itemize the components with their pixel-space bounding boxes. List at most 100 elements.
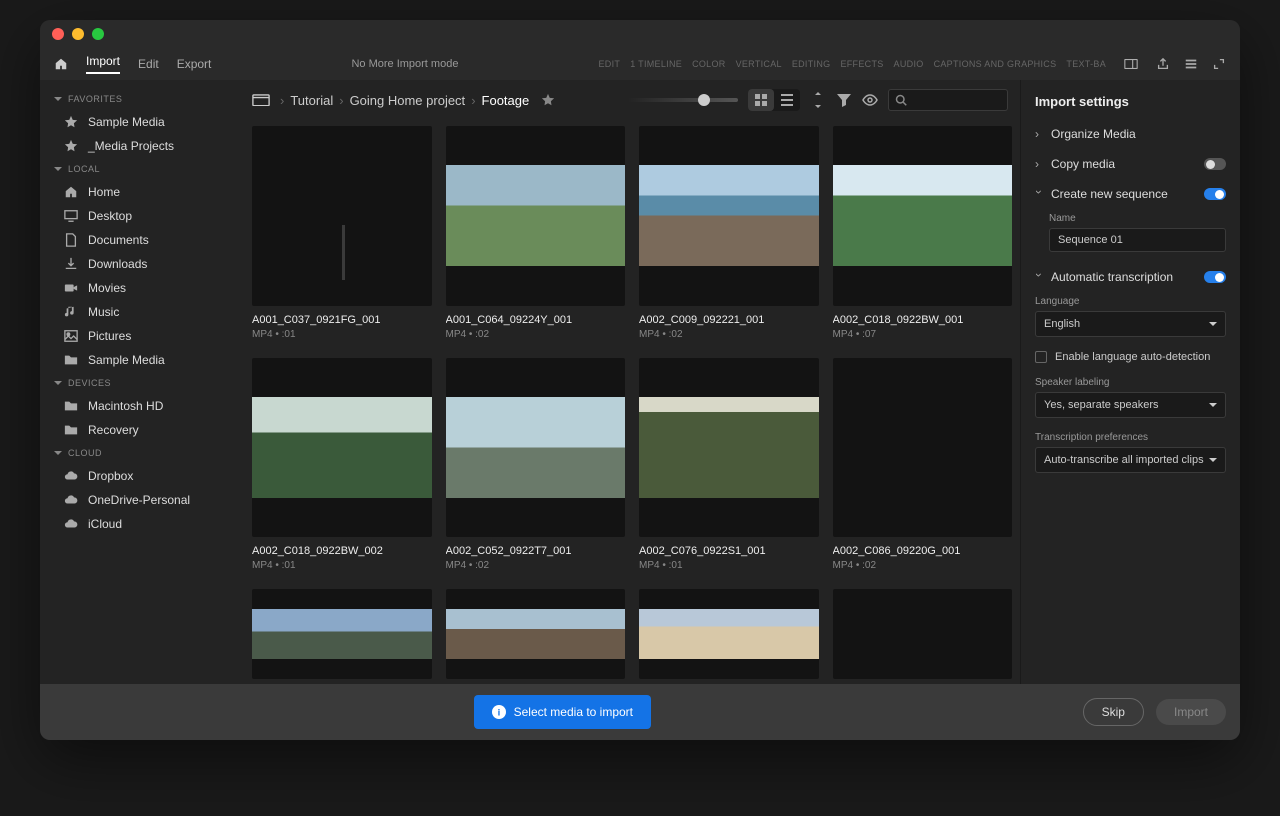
sidebar-item[interactable]: Sample Media (40, 348, 240, 372)
create-sequence-row[interactable]: ›Create new sequence (1021, 179, 1240, 209)
ws[interactable]: EDIT (599, 59, 621, 69)
sidebar-item[interactable]: Dropbox (40, 464, 240, 488)
ws[interactable]: COLOR (692, 59, 726, 69)
sort-icon[interactable] (810, 92, 826, 108)
clip-meta: MP4 • :01 (252, 560, 432, 571)
thumbnail (833, 589, 1013, 679)
organize-media-row[interactable]: ›Organize Media (1021, 119, 1240, 149)
sidebar-item[interactable]: _Media Projects (40, 134, 240, 158)
tab-edit[interactable]: Edit (138, 57, 159, 71)
sidebar-item[interactable]: Sample Media (40, 110, 240, 134)
expand-icon[interactable] (1212, 57, 1226, 71)
create-sequence-toggle[interactable] (1204, 188, 1226, 200)
import-button[interactable]: Import (1156, 699, 1226, 725)
thumbnail (639, 126, 819, 306)
sidebar-item[interactable]: Macintosh HD (40, 394, 240, 418)
ws[interactable]: EDITING (792, 59, 831, 69)
sidebar-item-label: Dropbox (88, 469, 133, 483)
media-grid: A001_C037_0921FG_001MP4 • :01A001_C064_0… (240, 120, 1020, 684)
auto-detect-row[interactable]: Enable language auto-detection (1021, 347, 1240, 373)
media-clip[interactable]: A002_C018_0922BW_002MP4 • :01 (252, 358, 432, 572)
thumbnail (639, 589, 819, 679)
media-clip[interactable]: A001_C037_0921FG_001MP4 • :01 (252, 126, 432, 340)
tab-import[interactable]: Import (86, 54, 120, 74)
ws[interactable]: TEXT-BA (1066, 59, 1106, 69)
clip-meta: MP4 • :01 (639, 560, 819, 571)
media-clip[interactable]: A002_C009_092221_001MP4 • :02 (639, 126, 819, 340)
media-clip[interactable] (833, 589, 1013, 679)
chevron-down-icon (1209, 320, 1217, 328)
section-header[interactable]: DEVICES (40, 372, 240, 394)
crumb[interactable]: Tutorial (290, 93, 333, 108)
sidebar-item[interactable]: Downloads (40, 252, 240, 276)
media-clip[interactable] (446, 589, 626, 679)
sidebar-item-label: Recovery (88, 423, 139, 437)
skip-button[interactable]: Skip (1083, 698, 1144, 726)
sidebar-item[interactable]: OneDrive-Personal (40, 488, 240, 512)
auto-transcription-toggle[interactable] (1204, 271, 1226, 283)
home-icon[interactable] (54, 57, 68, 71)
panel-icon[interactable] (1124, 57, 1138, 71)
bin-icon[interactable] (252, 93, 270, 107)
ws[interactable]: VERTICAL (736, 59, 782, 69)
picture-icon (64, 329, 78, 343)
copy-media-row[interactable]: ›Copy media (1021, 149, 1240, 179)
eye-icon[interactable] (862, 92, 878, 108)
media-clip[interactable] (252, 589, 432, 679)
copy-media-toggle[interactable] (1204, 158, 1226, 170)
media-clip[interactable]: A002_C086_09220G_001MP4 • :02 (833, 358, 1013, 572)
sidebar-item[interactable]: Recovery (40, 418, 240, 442)
ws[interactable]: 1 TIMELINE (630, 59, 682, 69)
filter-icon[interactable] (836, 92, 852, 108)
download-icon (64, 257, 78, 271)
pref-select[interactable]: Auto-transcribe all imported clips (1035, 447, 1226, 473)
crumb-current[interactable]: Footage (482, 93, 530, 108)
media-clip[interactable]: A002_C052_0922T7_001MP4 • :02 (446, 358, 626, 572)
menu-icon[interactable] (1184, 57, 1198, 71)
cloud-icon (64, 493, 78, 507)
section-header[interactable]: LOCAL (40, 158, 240, 180)
close-icon[interactable] (52, 28, 64, 40)
video-icon (64, 281, 78, 295)
ws[interactable]: AUDIO (894, 59, 924, 69)
thumbnail (833, 126, 1013, 306)
share-icon[interactable] (1156, 57, 1170, 71)
sidebar-item[interactable]: Movies (40, 276, 240, 300)
list-view-button[interactable] (774, 89, 800, 111)
thumbnail (833, 358, 1013, 538)
auto-detect-checkbox[interactable] (1035, 351, 1047, 363)
section-header[interactable]: FAVORITES (40, 88, 240, 110)
maximize-icon[interactable] (92, 28, 104, 40)
language-select[interactable]: English (1035, 311, 1226, 337)
import-prompt: i Select media to import (474, 695, 651, 729)
speaker-select[interactable]: Yes, separate speakers (1035, 392, 1226, 418)
media-clip[interactable] (639, 589, 819, 679)
clip-name: A002_C086_09220G_001 (833, 545, 1013, 557)
sidebar-item-label: iCloud (88, 517, 122, 531)
media-clip[interactable]: A001_C064_09224Y_001MP4 • :02 (446, 126, 626, 340)
sequence-name-input[interactable]: Sequence 01 (1049, 228, 1226, 252)
star-icon[interactable] (541, 93, 555, 107)
ws[interactable]: EFFECTS (840, 59, 883, 69)
crumb[interactable]: Going Home project (350, 93, 466, 108)
media-clip[interactable]: A002_C018_0922BW_001MP4 • :07 (833, 126, 1013, 340)
ws[interactable]: CAPTIONS AND GRAPHICS (934, 59, 1057, 69)
tab-export[interactable]: Export (177, 57, 212, 71)
chevron-down-icon (1209, 401, 1217, 409)
titlebar (40, 20, 1240, 48)
sidebar-item[interactable]: Desktop (40, 204, 240, 228)
zoom-slider[interactable] (628, 98, 738, 102)
grid-view-button[interactable] (748, 89, 774, 111)
search-input[interactable] (888, 89, 1008, 111)
sidebar-item-label: Home (88, 185, 120, 199)
sidebar-item[interactable]: iCloud (40, 512, 240, 536)
sidebar-item[interactable]: Home (40, 180, 240, 204)
minimize-icon[interactable] (72, 28, 84, 40)
sidebar-item[interactable]: Pictures (40, 324, 240, 348)
thumbnail (446, 358, 626, 538)
sidebar-item[interactable]: Music (40, 300, 240, 324)
auto-transcription-row[interactable]: ›Automatic transcription (1021, 262, 1240, 292)
sidebar-item[interactable]: Documents (40, 228, 240, 252)
media-clip[interactable]: A002_C076_0922S1_001MP4 • :01 (639, 358, 819, 572)
section-header[interactable]: CLOUD (40, 442, 240, 464)
